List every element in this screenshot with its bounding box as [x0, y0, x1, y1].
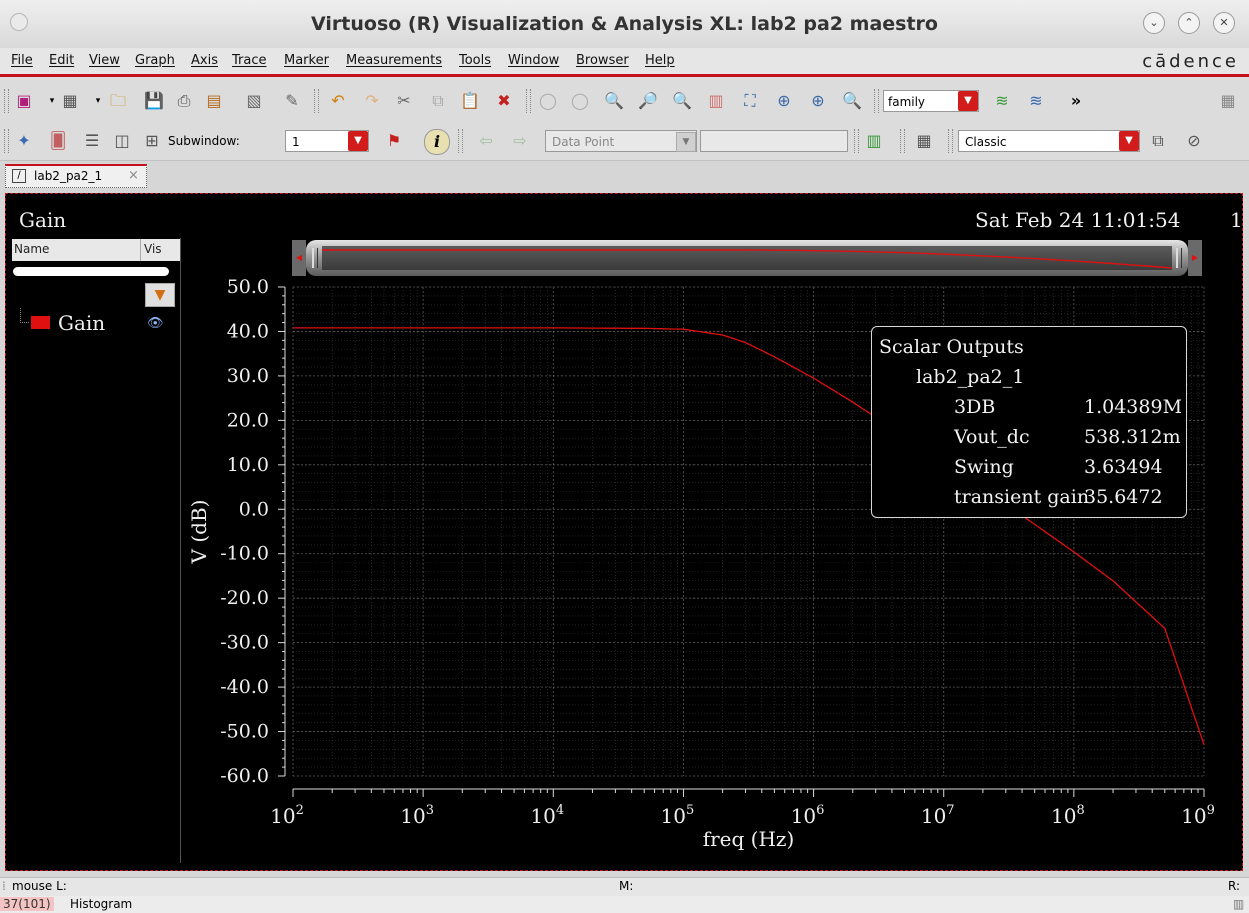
scalar-outputs-box[interactable]: Scalar Outputs lab2_pa2_1 3DB 1.04389M V…: [871, 326, 1187, 518]
x-tick-label: 109: [1181, 803, 1215, 828]
mouse-middle-status: M:: [619, 879, 634, 893]
resize-handle-icon[interactable]: ▥: [1233, 897, 1244, 911]
y-tick-label: 20.0: [227, 409, 269, 431]
scalar-name: Swing: [954, 456, 1014, 478]
scalar-value: 35.6472: [1084, 486, 1163, 508]
scalar-value: 3.63494: [1084, 456, 1163, 478]
y-tick-label: -20.0: [220, 587, 269, 609]
x-tick-label: 102: [270, 803, 304, 828]
mouse-left-status: mouse L:: [12, 879, 67, 893]
y-tick-label: -30.0: [220, 632, 269, 654]
x-tick-label: 107: [921, 803, 955, 828]
scalar-outputs-test: lab2_pa2_1: [916, 366, 1025, 388]
y-tick-label: 50.0: [227, 276, 269, 298]
y-tick-label: 30.0: [227, 365, 269, 387]
y-tick-label: -50.0: [220, 721, 269, 743]
y-tick-label: -60.0: [220, 765, 269, 787]
mouse-right-status: R:: [1228, 879, 1241, 893]
scalar-name: transient gain: [954, 486, 1090, 508]
x-tick-label: 104: [530, 803, 564, 828]
x-tick-label: 108: [1051, 803, 1085, 828]
x-tick-label: 106: [791, 803, 825, 828]
bottom-strip: 37(101) Histogram ▥: [0, 896, 1249, 913]
status-bar: ⁞ mouse L: M: R:: [0, 877, 1249, 896]
x-tick-label: 105: [661, 803, 695, 828]
last-command-label: Histogram: [70, 897, 133, 911]
scalar-name: Vout_dc: [954, 426, 1030, 448]
scalar-name: 3DB: [954, 396, 996, 418]
scalar-value: 1.04389M: [1084, 396, 1183, 418]
y-tick-label: -40.0: [220, 676, 269, 698]
y-tick-label: -10.0: [220, 543, 269, 565]
y-axis-label: V (dB): [187, 500, 211, 565]
status-grip: ⁞: [2, 879, 6, 893]
y-tick-label: 10.0: [227, 454, 269, 476]
scalar-value: 538.312m: [1084, 426, 1181, 448]
scalar-outputs-title: Scalar Outputs: [879, 336, 1024, 358]
y-tick-label: 40.0: [227, 320, 269, 342]
y-tick-label: 0.0: [239, 498, 269, 520]
command-counter: 37(101): [0, 897, 54, 911]
x-axis-label: freq (Hz): [703, 827, 795, 851]
x-tick-label: 103: [400, 803, 434, 828]
